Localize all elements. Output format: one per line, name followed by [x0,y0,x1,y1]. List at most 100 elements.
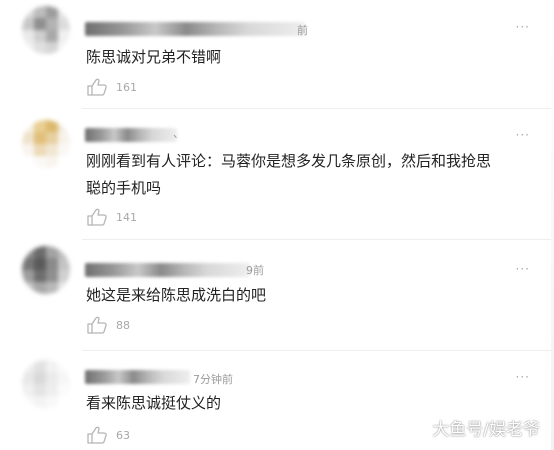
avatar-pixel [34,144,46,156]
avatar-pixel [58,42,70,54]
avatar-pixel [22,120,34,132]
avatar-pixel [46,6,58,18]
avatar-pixel [58,384,70,396]
avatar-blur [22,6,70,54]
comment-text: 刚刚看到有人评论：马蓉你是想多发几条原创，然后和我抢思聪的手机吗 [86,152,492,197]
avatar-pixel [46,282,58,294]
avatar-blur [22,120,70,168]
avatar-pixel [22,246,34,258]
avatar-pixel [46,270,58,282]
avatar-pixel [22,144,34,156]
like-button[interactable]: 141 [86,208,137,226]
avatar-pixel [58,360,70,372]
avatar-pixel [58,120,70,132]
avatar-pixel [22,384,34,396]
avatar-pixel [22,18,34,30]
avatar-pixel [46,384,58,396]
comment-text: 陈思诚对兄弟不错啊 [86,48,222,66]
avatar-pixel [34,282,46,294]
avatar-pixel [58,270,70,282]
like-count: 161 [116,80,137,94]
avatar-pixel [22,42,34,54]
thumbs-up-icon [87,208,107,226]
more-dots-icon[interactable]: ··· [516,20,530,34]
avatar-pixel [34,396,46,408]
thumbs-up-icon [87,316,107,334]
avatar-blur [22,246,70,294]
username-blurred[interactable] [85,128,177,142]
avatar-pixel [22,270,34,282]
avatar-pixel [34,132,46,144]
avatar-pixel [34,156,46,168]
comment-item: 前 ··· 陈思诚对兄弟不错啊 161 [0,0,554,110]
avatar-pixel [22,132,34,144]
avatar-pixel [58,18,70,30]
avatar-pixel [46,258,58,270]
avatar-pixel [46,132,58,144]
avatar-pixel [46,156,58,168]
avatar-pixel [46,246,58,258]
comment-time: 7分钟前 [193,373,233,386]
avatar-pixel [58,246,70,258]
avatar-pixel [22,30,34,42]
watermark-text: 大鱼号/娱老爷 [432,420,540,440]
comment-time: 9前 [246,264,264,277]
avatar-pixel [22,258,34,270]
avatar-pixel [46,360,58,372]
avatar-pixel [34,360,46,372]
divider [82,108,554,109]
avatar[interactable] [22,120,70,168]
avatar-pixel [34,246,46,258]
avatar-pixel [22,396,34,408]
comment-text: 她这是来给陈思成洗白的吧 [86,286,267,304]
avatar-pixel [58,258,70,270]
avatar[interactable] [22,246,70,294]
avatar-pixel [46,144,58,156]
avatar-pixel [34,6,46,18]
avatar-pixel [46,372,58,384]
like-button[interactable]: 161 [86,78,137,96]
avatar-pixel [58,30,70,42]
comment-text: 看来陈思诚挺仗义的 [86,394,222,412]
like-button[interactable]: 88 [86,316,130,334]
avatar-pixel [34,258,46,270]
comment-item: 、 ··· 刚刚看到有人评论：马蓉你是想多发几条原创，然后和我抢思聪的手机吗 1… [0,110,554,240]
avatar-pixel [58,132,70,144]
avatar-pixel [34,372,46,384]
avatar-pixel [46,120,58,132]
avatar-pixel [34,30,46,42]
avatar[interactable] [22,360,70,408]
avatar-pixel [46,18,58,30]
username-blurred[interactable] [85,22,305,36]
avatar-pixel [22,360,34,372]
avatar-pixel [58,6,70,18]
avatar-pixel [46,30,58,42]
username-blurred[interactable] [85,370,190,384]
avatar-pixel [58,372,70,384]
thumbs-up-icon [87,426,107,444]
avatar-pixel [22,6,34,18]
thumbs-up-icon [87,78,107,96]
like-count: 63 [116,428,130,442]
username-blurred[interactable] [85,263,250,277]
avatar-pixel [34,18,46,30]
avatar-pixel [46,42,58,54]
comment-time: 前 [297,24,308,37]
avatar-pixel [46,396,58,408]
like-count: 88 [116,318,130,332]
avatar-pixel [34,384,46,396]
more-dots-icon[interactable]: ··· [516,262,530,276]
more-dots-icon[interactable]: ··· [516,370,530,384]
like-count: 141 [116,210,137,224]
more-dots-icon[interactable]: ··· [516,128,530,142]
avatar[interactable] [22,6,70,54]
avatar-pixel [58,396,70,408]
avatar-pixel [58,144,70,156]
avatar-pixel [34,270,46,282]
comment-time: 、 [173,127,184,140]
like-button[interactable]: 63 [86,426,130,444]
avatar-pixel [22,372,34,384]
avatar-blur [22,360,70,408]
comment-item: 9前 ··· 她这是来给陈思成洗白的吧 88 [0,240,554,352]
avatar-pixel [22,282,34,294]
